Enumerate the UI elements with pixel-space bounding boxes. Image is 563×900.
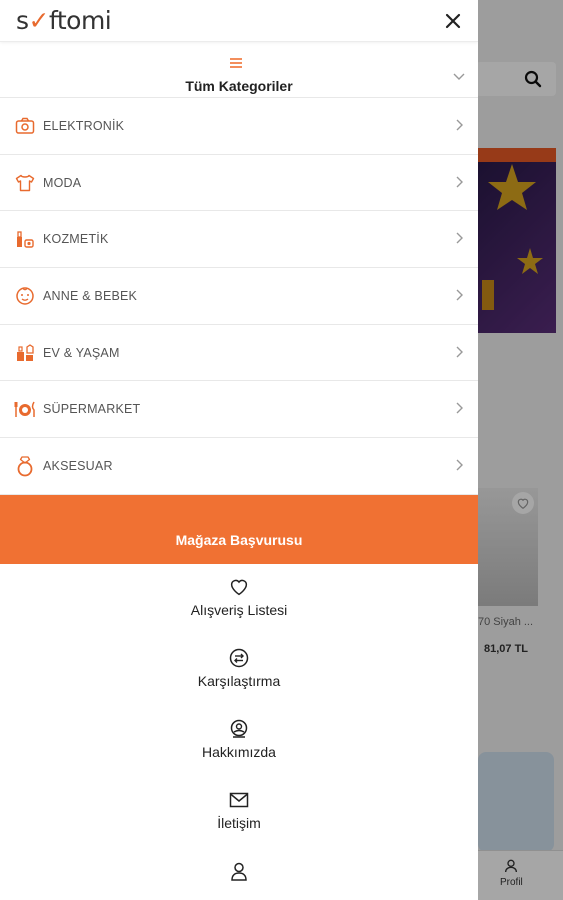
camera-icon	[14, 115, 36, 137]
link-label: Hakkımızda	[202, 743, 276, 760]
home-icon	[14, 342, 36, 364]
drawer-header: s✓ftomi	[0, 0, 478, 42]
chevron-right-icon	[456, 232, 463, 244]
mail-icon	[228, 789, 250, 811]
all-categories-label: Tüm Kategoriler	[185, 78, 293, 94]
category-label: KOZMETİK	[43, 232, 109, 247]
logo-text-end: ftomi	[48, 6, 112, 35]
category-label: ELEKTRONİK	[43, 118, 125, 133]
chevron-right-icon	[456, 346, 463, 358]
chevron-right-icon	[456, 402, 463, 414]
chevron-right-icon	[456, 119, 463, 131]
chevron-right-icon	[456, 459, 463, 471]
chevron-down-icon	[453, 73, 465, 80]
category-item-elektronik[interactable]: ELEKTRONİK	[0, 98, 478, 155]
compare-link[interactable]: Karşılaştırma	[0, 647, 478, 718]
side-drawer: s✓ftomi Tüm Kategoriler ELEKTRONİK MODA …	[0, 0, 478, 900]
logo-text-start: s	[16, 6, 29, 35]
baby-icon	[14, 285, 36, 307]
all-categories-toggle[interactable]: Tüm Kategoriler	[0, 42, 478, 98]
store-application-button[interactable]: Mağaza Başvurusu	[0, 494, 478, 564]
category-label: ANNE & BEBEK	[43, 288, 138, 303]
heart-icon	[228, 576, 250, 598]
category-label: AKSESUAR	[43, 458, 113, 473]
account-link[interactable]	[0, 860, 478, 900]
shopping-list-link[interactable]: Alışveriş Listesi	[0, 576, 478, 647]
softomi-logo[interactable]: s✓ftomi	[16, 6, 112, 35]
category-label: SÜPERMARKET	[43, 402, 141, 417]
shirt-icon	[14, 172, 36, 194]
compare-icon	[228, 647, 250, 669]
link-label: Karşılaştırma	[197, 672, 281, 689]
logo-check-mark: ✓	[28, 6, 50, 35]
about-icon	[228, 718, 250, 740]
about-link[interactable]: Hakkımızda	[0, 718, 478, 789]
cosmetics-icon	[14, 228, 36, 250]
user-icon	[228, 860, 250, 882]
dining-icon	[14, 398, 36, 420]
drawer-links: Alışveriş Listesi Karşılaştırma Hakkımız…	[0, 564, 478, 900]
category-item-anne-bebek[interactable]: ANNE & BEBEK	[0, 268, 478, 325]
ring-icon	[14, 455, 36, 477]
link-label: Alışveriş Listesi	[190, 601, 288, 618]
chevron-right-icon	[456, 176, 463, 188]
menu-icon	[230, 58, 242, 68]
category-item-supermarket[interactable]: SÜPERMARKET	[0, 381, 478, 439]
chevron-right-icon	[456, 289, 463, 301]
category-item-moda[interactable]: MODA	[0, 155, 478, 212]
category-item-aksesuar[interactable]: AKSESUAR	[0, 438, 478, 495]
contact-link[interactable]: İletişim	[0, 789, 478, 860]
category-label: EV & YAŞAM	[43, 345, 120, 360]
close-icon[interactable]	[440, 8, 466, 34]
category-list: ELEKTRONİK MODA KOZMETİK ANNE & BEBEK EV…	[0, 98, 478, 495]
category-item-kozmetik[interactable]: KOZMETİK	[0, 211, 478, 269]
link-label: İletişim	[217, 814, 261, 831]
category-label: MODA	[43, 175, 82, 190]
category-item-ev-yasam[interactable]: EV & YAŞAM	[0, 325, 478, 382]
